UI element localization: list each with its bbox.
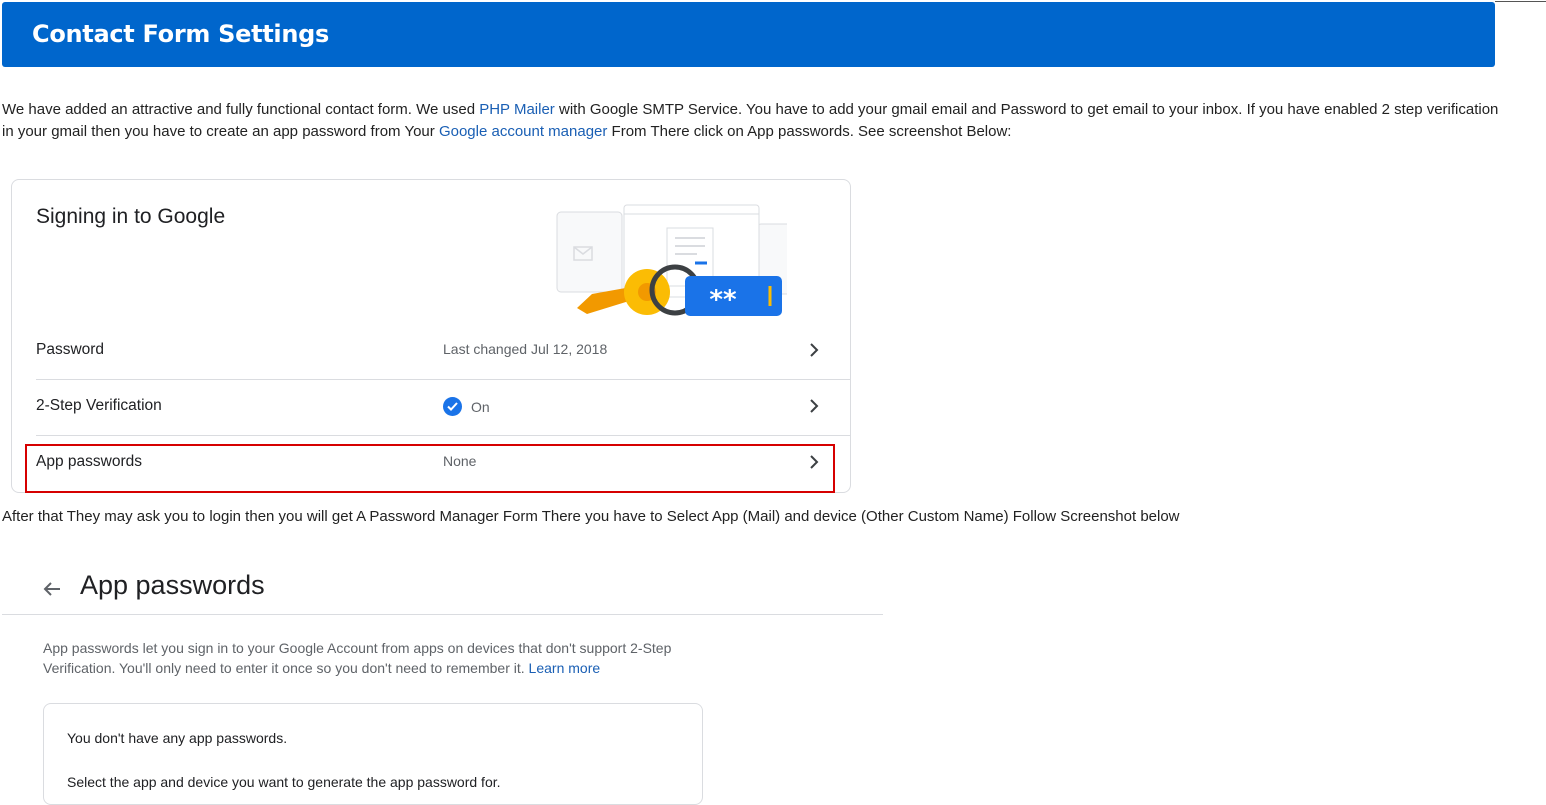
page-title: Contact Form Settings (32, 20, 330, 48)
password-mask-text: ** (709, 285, 737, 315)
two-step-status: On (443, 397, 490, 416)
no-app-passwords-text: You don't have any app passwords. (67, 730, 288, 746)
intro-text-1: We have added an attractive and fully fu… (2, 101, 480, 118)
password-row[interactable]: Password Last changed Jul 12, 2018 (36, 323, 850, 380)
signing-in-title: Signing in to Google (36, 205, 226, 228)
two-step-verification-row[interactable]: 2-Step Verification On (36, 379, 850, 436)
chevron-right-icon (810, 399, 819, 413)
intro-text-3: From There click on App passwords. See s… (607, 122, 1012, 140)
devices-key-illustration: ** (556, 204, 787, 316)
app-passwords-description: App passwords let you sign in to your Go… (43, 638, 723, 678)
php-mailer-link[interactable]: PHP Mailer (479, 101, 555, 118)
google-account-manager-link[interactable]: Google account manager (439, 123, 607, 140)
app-passwords-header: App passwords (2, 560, 883, 615)
page-header: Contact Form Settings (2, 2, 1495, 67)
select-app-device-text: Select the app and device you want to ge… (67, 774, 501, 790)
learn-more-link[interactable]: Learn more (529, 660, 601, 676)
check-circle-icon (443, 397, 462, 416)
password-label: Password (36, 341, 105, 358)
app-passwords-highlight-box (25, 444, 835, 493)
password-last-changed: Last changed Jul 12, 2018 (443, 341, 608, 357)
back-arrow-icon[interactable] (40, 577, 64, 601)
after-instruction-text: After that They may ask you to login the… (2, 508, 1180, 525)
chevron-right-icon (810, 343, 819, 357)
app-passwords-card: You don't have any app passwords. Select… (43, 703, 703, 805)
two-step-value: On (471, 398, 490, 415)
app-passwords-title: App passwords (80, 570, 265, 600)
intro-paragraph: We have added an attractive and fully fu… (2, 99, 1502, 142)
two-step-label: 2-Step Verification (36, 397, 162, 414)
top-edge-line (1495, 1, 1546, 2)
